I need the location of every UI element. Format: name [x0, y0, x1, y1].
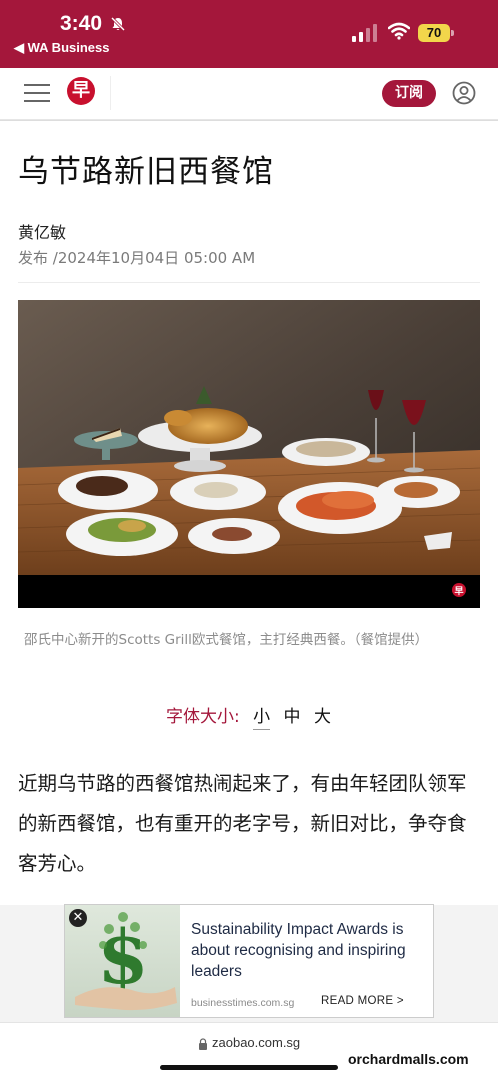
ad-read-more-link[interactable]: READ MORE > — [321, 995, 404, 1007]
lock-icon — [199, 1038, 207, 1050]
battery-indicator: 70 — [418, 24, 454, 42]
article-body-paragraph: 近期乌节路的西餐馆热闹起来了，有由年轻团队领军的新西餐馆，也有重开的老字号，新旧… — [18, 772, 467, 875]
font-size-label: 字体大小: — [166, 707, 240, 727]
home-indicator[interactable] — [160, 1065, 338, 1070]
ad-source: businesstimes.com.sg — [191, 997, 295, 1009]
font-size-small[interactable]: 小 — [253, 707, 271, 730]
browser-bottom-bar: zaobao.com.sg orchardmalls.com — [0, 1022, 498, 1080]
article-author[interactable]: 黄亿敏 — [18, 219, 66, 243]
site-header: 早 订阅 — [0, 68, 498, 120]
cellular-signal-icon — [352, 24, 377, 42]
watermark: orchardmalls.com — [348, 1051, 469, 1067]
user-account-icon[interactable] — [452, 81, 476, 105]
ad-headline: Sustainability Impact Awards is about re… — [191, 921, 406, 980]
battery-nub — [451, 30, 454, 36]
browser-url[interactable]: zaobao.com.sg — [212, 1035, 300, 1050]
food-photo-illustration: 早 — [18, 300, 480, 608]
font-size-large[interactable]: 大 — [314, 707, 331, 727]
header-divider — [110, 76, 111, 110]
photo-caption: 邵氏中心新开的Scotts Grill欧式餐馆，主打经典西餐。（餐馆提供） — [24, 632, 429, 648]
battery-level: 70 — [418, 24, 450, 42]
font-size-medium[interactable]: 中 — [284, 707, 301, 727]
zaobao-logo[interactable]: 早 — [67, 77, 95, 105]
back-to-app-link[interactable]: ◀ WA Business — [14, 40, 109, 56]
status-time: 3:40 — [60, 12, 103, 35]
svg-text:早: 早 — [454, 586, 463, 597]
article-published-date: 发布 /2024年10月04日 05:00 AM — [18, 249, 256, 267]
article-title: 乌节路新旧西餐馆 — [18, 154, 274, 190]
bell-muted-icon — [110, 16, 126, 32]
meta-divider — [18, 282, 480, 283]
header-shadow — [0, 120, 498, 121]
ad-close-icon[interactable]: ✕ — [69, 909, 87, 927]
wifi-icon — [388, 22, 410, 40]
status-bar: 3:40 ◀ WA Business 70 — [0, 0, 498, 68]
ad-banner[interactable]: $ ✕ Sustainability Impact Awards is abou… — [64, 904, 434, 1018]
subscribe-button[interactable]: 订阅 — [382, 80, 436, 107]
font-size-switch: 字体大小: 小 中 大 — [166, 702, 331, 730]
article-photo[interactable]: 早 — [18, 300, 480, 608]
menu-icon[interactable] — [24, 84, 50, 104]
